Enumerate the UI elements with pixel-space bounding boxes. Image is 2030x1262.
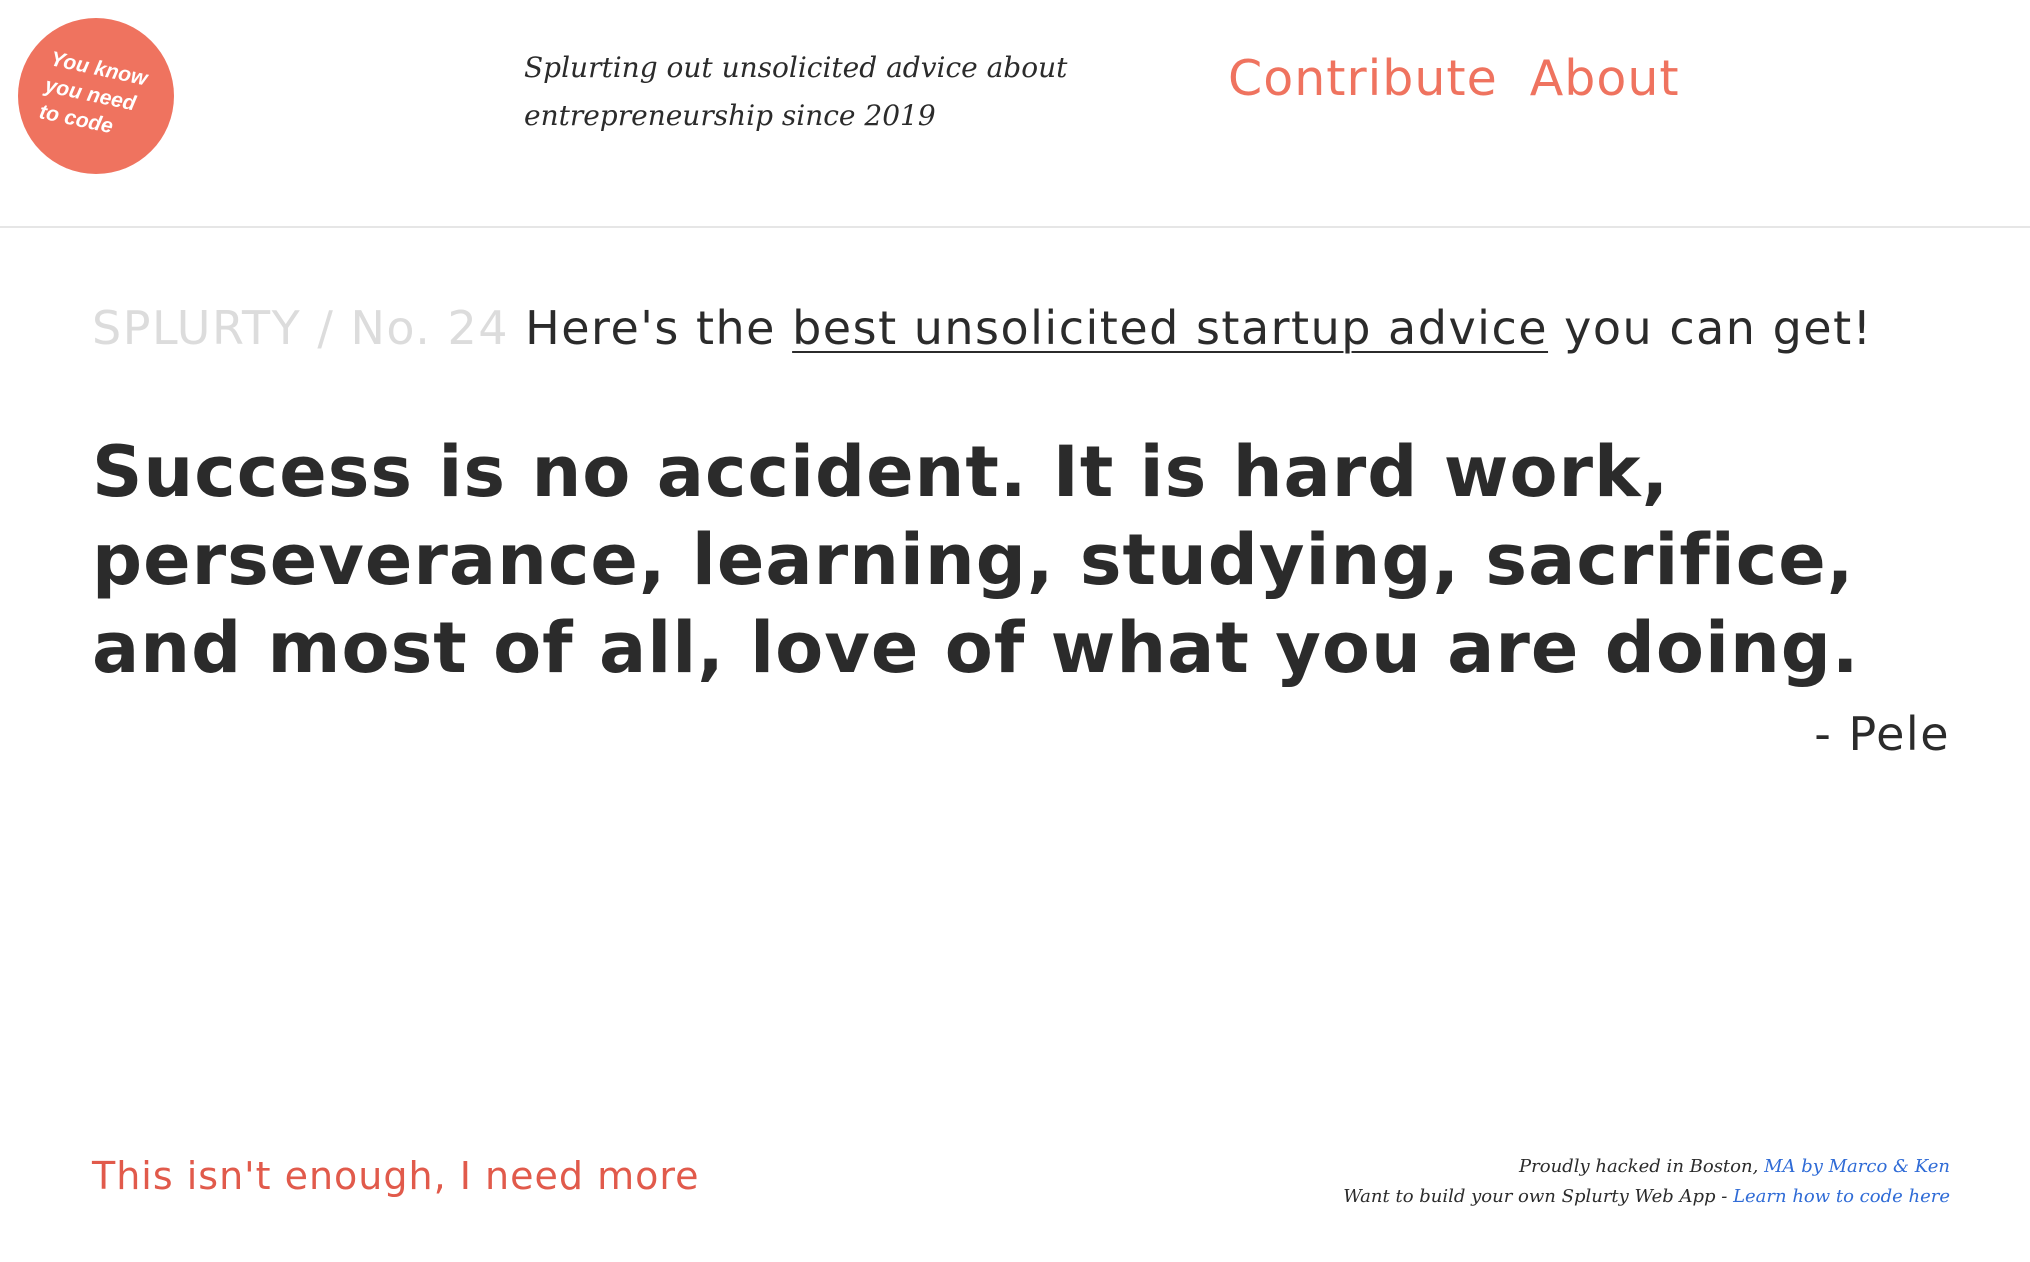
quote-line-1: Success is no accident. It is hard work, xyxy=(92,431,1670,513)
site-header: You know you need to code Splurting out … xyxy=(0,0,2030,228)
quote-text: Success is no accident. It is hard work,… xyxy=(92,428,1992,692)
more-advice-link[interactable]: This isn't enough, I need more xyxy=(92,1152,700,1200)
brand-number: SPLURTY / No. 24 xyxy=(92,301,510,355)
tagline-line-1: Splurting out unsolicited advice about xyxy=(524,51,1068,84)
footer-credits: Proudly hacked in Boston, MA by Marco & … xyxy=(1343,1152,1950,1212)
quote-author: - Pele xyxy=(1814,707,1950,761)
badge-logo[interactable]: You know you need to code xyxy=(18,18,174,174)
credit-line-2: Want to build your own Splurty Web App -… xyxy=(1343,1182,1950,1212)
nav-contribute-link[interactable]: Contribute xyxy=(1228,48,1498,110)
credit-text-1: Proudly hacked in Boston, xyxy=(1519,1156,1759,1177)
learn-code-link[interactable]: Learn how to code here xyxy=(1733,1186,1950,1207)
authors-link[interactable]: MA by Marco & Ken xyxy=(1764,1156,1950,1177)
main-nav: Contribute About xyxy=(1228,48,1680,110)
quote-line-3: and most of all, love of what you are do… xyxy=(92,607,1860,689)
credit-text-2: Want to build your own Splurty Web App - xyxy=(1343,1186,1728,1207)
quote-intro: SPLURTY / No. 24 Here's the best unsolic… xyxy=(92,300,1952,356)
credit-line-1: Proudly hacked in Boston, MA by Marco & … xyxy=(1343,1152,1950,1182)
intro-text-before: Here's the xyxy=(525,301,776,355)
badge-text: You know you need to code xyxy=(37,46,150,138)
advice-link[interactable]: best unsolicited startup advice xyxy=(792,301,1548,355)
quote-line-2: perseverance, learning, studying, sacrif… xyxy=(92,519,1855,601)
nav-about-link[interactable]: About xyxy=(1530,48,1680,110)
tagline-line-2: entrepreneurship since 2019 xyxy=(524,99,936,132)
site-tagline: Splurting out unsolicited advice about e… xyxy=(524,44,1084,140)
intro-text-after: you can get! xyxy=(1564,301,1873,355)
